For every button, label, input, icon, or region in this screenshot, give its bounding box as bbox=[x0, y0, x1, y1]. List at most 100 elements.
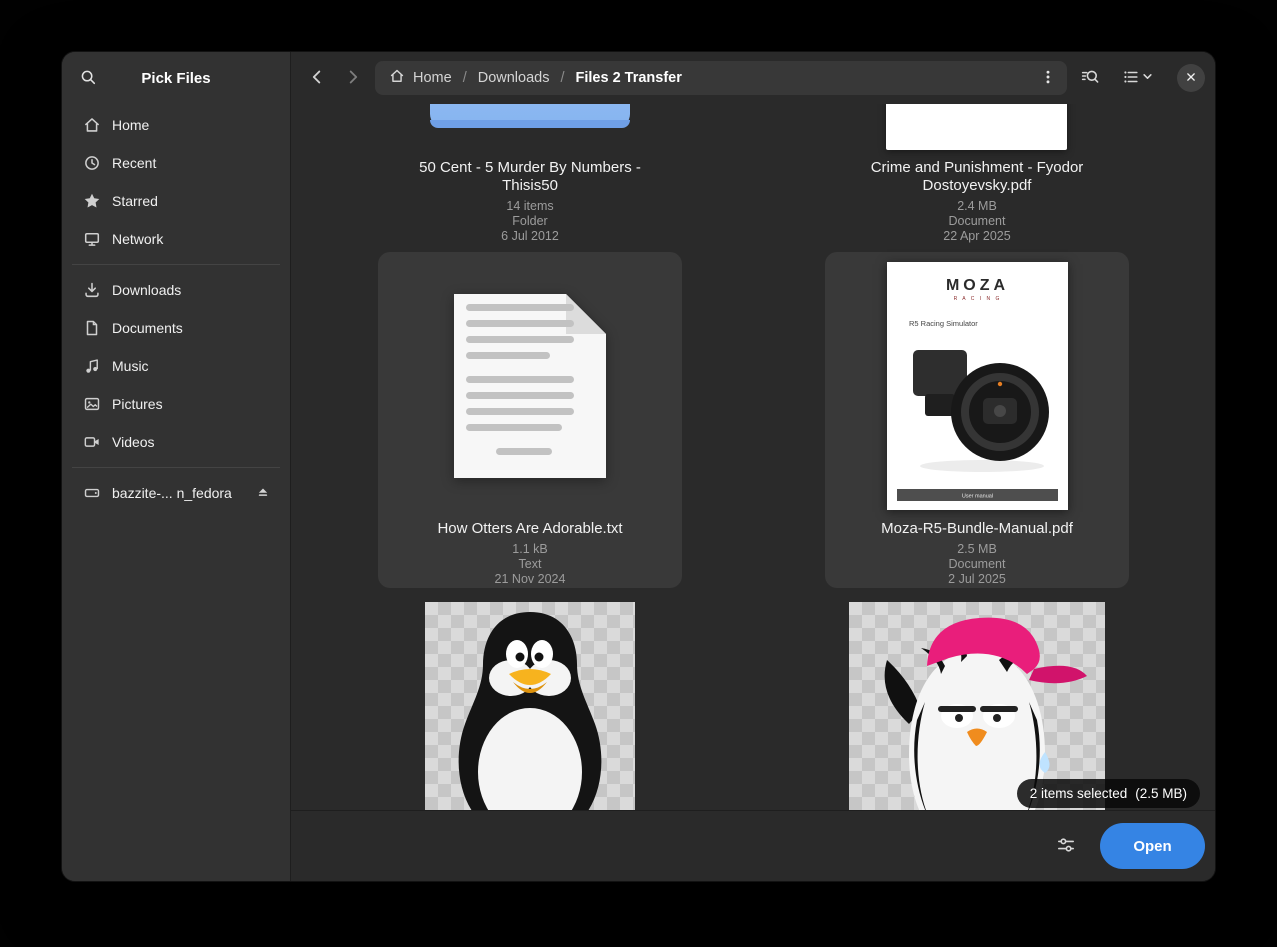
sidebar-item-label: Network bbox=[112, 231, 276, 247]
downloads-icon bbox=[82, 280, 102, 300]
search-files-button[interactable] bbox=[1075, 63, 1105, 93]
sidebar-item-label: Videos bbox=[112, 434, 276, 450]
sidebar-item-home[interactable]: Home bbox=[68, 106, 284, 144]
breadcrumb-separator: / bbox=[463, 70, 467, 86]
sidebar-item-label: Starred bbox=[112, 193, 276, 209]
kebab-menu-icon bbox=[1039, 68, 1057, 89]
file-item-moza-pdf[interactable]: MOZA R A C I N G R5 Racing Simulator bbox=[825, 252, 1129, 588]
sidebar: Pick Files Home Recent bbox=[62, 52, 291, 881]
open-button[interactable]: Open bbox=[1100, 823, 1205, 869]
network-icon bbox=[82, 229, 102, 249]
sidebar-item-videos[interactable]: Videos bbox=[68, 423, 284, 461]
back-button[interactable] bbox=[303, 64, 331, 92]
file-name: Moza-R5-Bundle-Manual.pdf bbox=[843, 520, 1111, 538]
home-icon bbox=[82, 115, 102, 135]
selection-count: 2 items selected bbox=[1030, 786, 1128, 801]
desktop-background: Pick Files Home Recent bbox=[0, 0, 1277, 947]
text-file-icon bbox=[440, 288, 620, 484]
file-name: How Otters Are Adorable.txt bbox=[396, 520, 664, 538]
file-size: 14 items bbox=[378, 199, 682, 214]
drive-icon bbox=[82, 483, 102, 503]
file-type: Document bbox=[825, 214, 1129, 229]
moza-manual-cover: MOZA R A C I N G R5 Racing Simulator bbox=[887, 262, 1068, 510]
breadcrumb-label: Home bbox=[413, 70, 452, 86]
sidebar-item-network[interactable]: Network bbox=[68, 220, 284, 258]
file-size: 1.1 kB bbox=[378, 542, 682, 557]
sidebar-item-label: Music bbox=[112, 358, 276, 374]
tux-penguin-illustration bbox=[425, 602, 635, 810]
sidebar-item-device-bazzite[interactable]: bazzite-... n_fedora bbox=[68, 474, 284, 512]
chevron-right-icon bbox=[343, 67, 363, 90]
sidebar-item-label: Home bbox=[112, 117, 276, 133]
search-icon bbox=[79, 68, 97, 89]
search-folder-icon bbox=[1080, 67, 1100, 90]
selection-size: (2.5 MB) bbox=[1135, 786, 1187, 801]
breadcrumb-current-folder: Files 2 Transfer bbox=[576, 70, 682, 86]
file-type: Folder bbox=[378, 214, 682, 229]
file-caption: How Otters Are Adorable.txt 1.1 kB Text … bbox=[378, 520, 682, 587]
sidebar-item-label: Pictures bbox=[112, 396, 276, 412]
svg-text:R A C I N G: R A C I N G bbox=[953, 296, 1001, 302]
file-item-crime-pdf[interactable]: Crime and Punishment - Fyodor Dostoyevsk… bbox=[825, 159, 1129, 244]
sidebar-item-downloads[interactable]: Downloads bbox=[68, 271, 284, 309]
file-picker-window: Pick Files Home Recent bbox=[62, 52, 1215, 881]
moza-manual-thumbnail: MOZA R A C I N G R5 Racing Simulator bbox=[825, 252, 1129, 520]
file-type: Document bbox=[825, 557, 1129, 572]
view-options-button[interactable] bbox=[1113, 63, 1163, 93]
pdf-thumbnail-crime[interactable] bbox=[886, 104, 1067, 150]
sidebar-nav: Home Recent Starred bbox=[62, 104, 290, 512]
svg-text:MOZA: MOZA bbox=[945, 277, 1008, 294]
forward-button[interactable] bbox=[339, 64, 367, 92]
file-date: 22 Apr 2025 bbox=[825, 229, 1129, 244]
filter-icon bbox=[1056, 835, 1076, 858]
chevron-left-icon bbox=[307, 67, 327, 90]
folder-thumbnail[interactable] bbox=[430, 104, 630, 128]
file-item-50cent[interactable]: 50 Cent - 5 Murder By Numbers - Thisis50… bbox=[378, 159, 682, 244]
breadcrumb: Home / Downloads / Files 2 Transfer bbox=[375, 61, 1067, 95]
tux-penguin-image[interactable] bbox=[425, 602, 635, 810]
sidebar-item-starred[interactable]: Starred bbox=[68, 182, 284, 220]
pictures-icon bbox=[82, 394, 102, 414]
selection-toast: 2 items selected (2.5 MB) bbox=[1017, 779, 1200, 808]
chevron-down-icon bbox=[1141, 70, 1154, 86]
file-caption: Moza-R5-Bundle-Manual.pdf 2.5 MB Documen… bbox=[825, 520, 1129, 587]
file-date: 21 Nov 2024 bbox=[378, 572, 682, 587]
recent-icon bbox=[82, 153, 102, 173]
file-date: 6 Jul 2012 bbox=[378, 229, 682, 244]
file-size: 2.4 MB bbox=[825, 199, 1129, 214]
sidebar-item-documents[interactable]: Documents bbox=[68, 309, 284, 347]
file-grid: 50 Cent - 5 Murder By Numbers - Thisis50… bbox=[291, 104, 1215, 810]
text-file-thumbnail bbox=[378, 252, 682, 520]
breadcrumb-home[interactable]: Home bbox=[389, 68, 452, 88]
close-button[interactable] bbox=[1177, 64, 1205, 92]
file-date: 2 Jul 2025 bbox=[825, 572, 1129, 587]
sidebar-search-button[interactable] bbox=[74, 64, 102, 92]
documents-icon bbox=[82, 318, 102, 338]
header-bar: Home / Downloads / Files 2 Transfer bbox=[291, 52, 1215, 104]
main-area: Home / Downloads / Files 2 Transfer bbox=[291, 52, 1215, 881]
sidebar-item-recent[interactable]: Recent bbox=[68, 144, 284, 182]
path-options-button[interactable] bbox=[1034, 64, 1062, 92]
close-icon bbox=[1184, 70, 1198, 87]
eject-button[interactable] bbox=[250, 480, 276, 506]
breadcrumb-downloads[interactable]: Downloads bbox=[478, 70, 550, 86]
sidebar-item-pictures[interactable]: Pictures bbox=[68, 385, 284, 423]
svg-text:R5 Racing Simulator: R5 Racing Simulator bbox=[909, 319, 978, 328]
music-icon bbox=[82, 356, 102, 376]
sidebar-header: Pick Files bbox=[62, 52, 290, 104]
file-item-otters-txt[interactable]: How Otters Are Adorable.txt 1.1 kB Text … bbox=[378, 252, 682, 588]
sidebar-separator bbox=[72, 467, 280, 468]
file-name: 50 Cent - 5 Murder By Numbers - Thisis50 bbox=[396, 159, 664, 195]
filter-options-button[interactable] bbox=[1046, 826, 1086, 866]
starred-icon bbox=[82, 191, 102, 211]
breadcrumb-separator: / bbox=[560, 70, 564, 86]
list-view-icon bbox=[1122, 68, 1140, 89]
file-type: Text bbox=[378, 557, 682, 572]
file-size: 2.5 MB bbox=[825, 542, 1129, 557]
home-icon bbox=[389, 68, 405, 88]
action-bar: Open bbox=[291, 810, 1215, 881]
sidebar-item-music[interactable]: Music bbox=[68, 347, 284, 385]
svg-text:User manual: User manual bbox=[961, 494, 992, 500]
file-name: Crime and Punishment - Fyodor Dostoyevsk… bbox=[843, 159, 1111, 195]
sidebar-separator bbox=[72, 264, 280, 265]
